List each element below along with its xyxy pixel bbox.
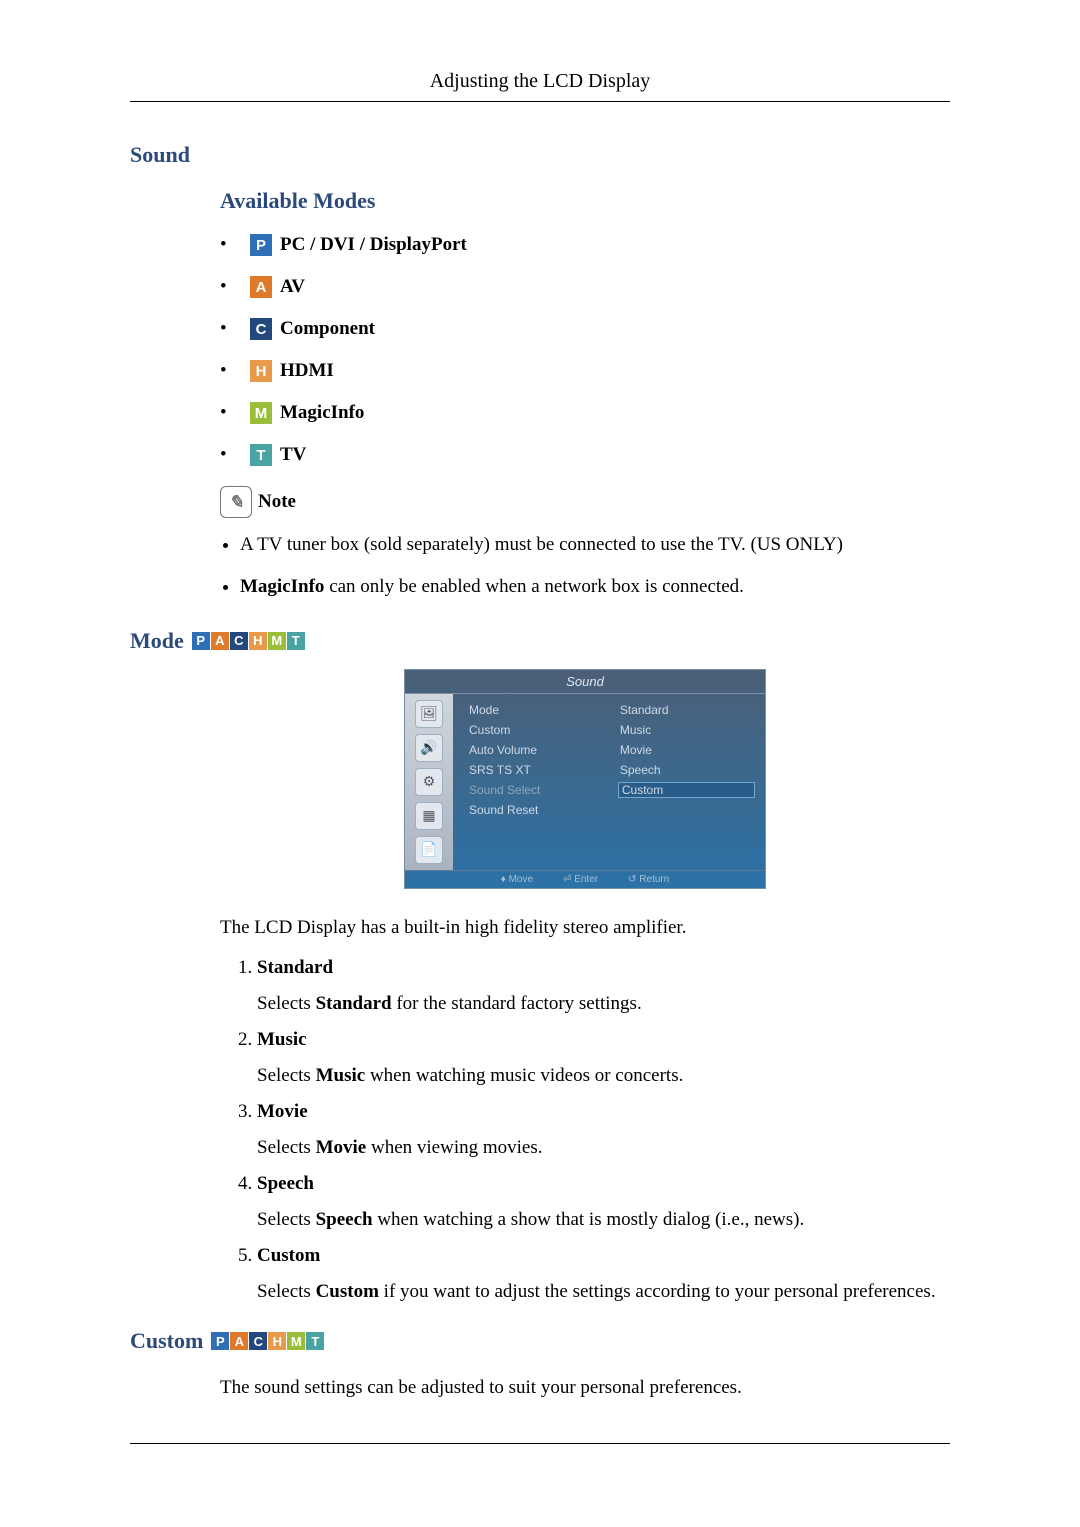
osd-item: Sound Reset [467,802,618,818]
page-footer-rule [130,1443,950,1446]
mode-av: A AV [220,276,950,298]
h-icon: H [250,360,272,382]
section-available-modes-title: Available Modes [220,188,950,214]
osd-item: Custom [467,722,618,738]
note-list: A TV tuner box (sold separately) must be… [240,530,950,603]
m-icon: M [287,1332,305,1350]
section-sound-title: Sound [130,142,950,168]
a-icon: A [250,276,272,298]
osd-option: Speech [618,762,755,778]
p-icon: P [211,1332,229,1350]
option-desc: Selects Standard for the standard factor… [257,993,950,1015]
a-icon: A [230,1332,248,1350]
mode-option: Music Selects Music when watching music … [257,1029,950,1087]
available-modes-list: P PC / DVI / DisplayPort A AV C Componen… [220,234,950,466]
osd-option: Standard [618,702,755,718]
osd-hint-move: ♦ Move [501,874,533,885]
speaker-icon: 🔊 [415,734,443,762]
osd-option: Movie [618,742,755,758]
note-label: Note [258,491,296,513]
note-item: A TV tuner box (sold separately) must be… [240,530,950,560]
h-icon: H [249,632,267,650]
page: Adjusting the LCD Display Sound Availabl… [0,0,1080,1506]
note-heading: ✎ Note [220,486,950,518]
mode-option: Speech Selects Speech when watching a sh… [257,1173,950,1231]
section-custom-title: Custom [130,1328,203,1354]
mode-pc: P PC / DVI / DisplayPort [220,234,950,256]
c-icon: C [249,1332,267,1350]
page-header: Adjusting the LCD Display [130,70,950,102]
h-icon: H [268,1332,286,1350]
option-desc: Selects Movie when viewing movies. [257,1137,950,1159]
picture-icon: 🖼 [415,700,443,728]
osd-left-column: Mode Custom Auto Volume SRS TS XT Sound … [467,702,618,866]
osd-hints: ♦ Move ⏎ Enter ↺ Return [405,870,765,888]
p-icon: P [192,632,210,650]
option-name: Standard [257,957,950,979]
note-icon: ✎ [220,486,252,518]
osd-item: Mode [467,702,618,718]
mode-intro-text: The LCD Display has a built-in high fide… [220,914,950,943]
t-icon: T [250,444,272,466]
option-desc: Selects Speech when watching a show that… [257,1209,950,1231]
icon-strip: P A C H M T [211,1332,325,1350]
osd-hint-enter: ⏎ Enter [563,874,598,885]
osd-right-column: Standard Music Movie Speech Custom [618,702,755,866]
osd-title: Sound [405,670,765,694]
section-custom-heading: Custom P A C H M T [130,1328,950,1354]
option-desc: Selects Music when watching music videos… [257,1065,950,1087]
t-icon: T [287,632,305,650]
mode-hdmi: H HDMI [220,360,950,382]
mode-option: Custom Selects Custom if you want to adj… [257,1245,950,1303]
osd-option: Music [618,722,755,738]
mode-option: Movie Selects Movie when viewing movies. [257,1101,950,1159]
mode-magicinfo: M MagicInfo [220,402,950,424]
mode-label: AV [280,276,305,298]
osd-sidebar: 🖼 🔊 ⚙ ▦ 📄 [405,694,453,870]
note-bold: MagicInfo [240,576,324,597]
note-item: MagicInfo can only be enabled when a net… [240,572,950,602]
mode-label: HDMI [280,360,334,382]
mode-option: Standard Selects Standard for the standa… [257,957,950,1015]
mode-label: MagicInfo [280,402,364,424]
option-name: Music [257,1029,950,1051]
mode-options-list: Standard Selects Standard for the standa… [235,957,950,1303]
mode-tv: T TV [220,444,950,466]
t-icon: T [306,1332,324,1350]
setup-icon: ⚙ [415,768,443,796]
info-icon: 📄 [415,836,443,864]
m-icon: M [250,402,272,424]
osd-item: SRS TS XT [467,762,618,778]
c-icon: C [250,318,272,340]
option-name: Movie [257,1101,950,1123]
mode-label: PC / DVI / DisplayPort [280,234,467,256]
option-desc: Selects Custom if you want to adjust the… [257,1281,950,1303]
multi-icon: ▦ [415,802,443,830]
m-icon: M [268,632,286,650]
section-mode-title: Mode [130,628,184,654]
option-name: Speech [257,1173,950,1195]
osd-screenshot: Sound 🖼 🔊 ⚙ ▦ 📄 Mode Custom Auto Volume … [220,669,950,889]
a-icon: A [211,632,229,650]
icon-strip: P A C H M T [192,632,306,650]
osd-panel: Sound 🖼 🔊 ⚙ ▦ 📄 Mode Custom Auto Volume … [404,669,766,889]
osd-item: Auto Volume [467,742,618,758]
osd-item-disabled: Sound Select [467,782,618,798]
section-mode-heading: Mode P A C H M T [130,628,950,654]
custom-text: The sound settings can be adjusted to su… [220,1374,950,1403]
mode-label: Component [280,318,375,340]
note-rest: can only be enabled when a network box i… [324,576,743,597]
option-name: Custom [257,1245,950,1267]
osd-hint-return: ↺ Return [628,874,669,885]
p-icon: P [250,234,272,256]
c-icon: C [230,632,248,650]
osd-option-selected: Custom [618,782,755,798]
mode-component: C Component [220,318,950,340]
mode-label: TV [280,444,306,466]
